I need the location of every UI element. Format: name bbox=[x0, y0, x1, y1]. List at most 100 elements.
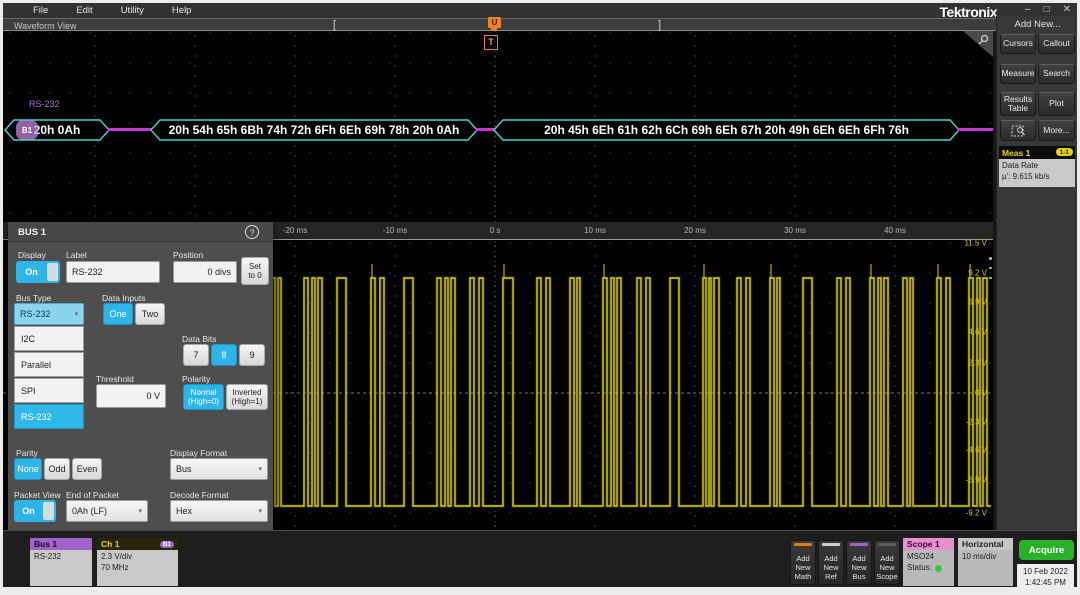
display-format-label: Display Format bbox=[170, 448, 227, 458]
label-input[interactable]: RS-232 bbox=[66, 261, 160, 283]
voltage-tick-label: 9.2 V bbox=[968, 269, 987, 278]
voltage-tick-label: 0 V bbox=[975, 389, 987, 398]
bus-type-option-parallel[interactable]: Parallel bbox=[14, 352, 84, 377]
polarity-inverted-button[interactable]: Inverted (High=1) bbox=[226, 384, 268, 410]
voltage-tick-label: 11.5 V bbox=[964, 239, 987, 248]
draw-a-box-zoom-icon bbox=[1011, 124, 1026, 138]
time-tick-label: 40 ms bbox=[884, 226, 906, 235]
cursors-button[interactable]: Cursors bbox=[1000, 34, 1036, 54]
bus-type-dropdown[interactable]: RS-232 ▾ bbox=[14, 303, 84, 325]
add-new-title: Add New... bbox=[997, 19, 1077, 30]
menu-bar: File Edit Utility Help bbox=[3, 3, 1077, 18]
ch1-badge-body: 2.3 V/div 70 MHz bbox=[97, 550, 178, 586]
panel-resize-handle[interactable] bbox=[988, 257, 993, 279]
horizontal-badge[interactable]: Horizontal 10 ms/div bbox=[958, 538, 1013, 586]
search-button[interactable]: Search bbox=[1038, 64, 1075, 84]
add-new-scope-button[interactable]: Add New Scope bbox=[874, 540, 900, 585]
meas1-value: µ': 9.615 kb/s bbox=[1002, 172, 1072, 183]
help-icon[interactable]: ? bbox=[245, 225, 259, 239]
chevron-down-icon: ▾ bbox=[138, 507, 142, 515]
data-inputs-one-button[interactable]: One bbox=[103, 303, 133, 325]
time-tick-label: -20 ms bbox=[283, 226, 307, 235]
acquire-button[interactable]: Acquire bbox=[1019, 540, 1074, 560]
polarity-label: Polarity bbox=[182, 374, 210, 384]
dialog-header[interactable]: BUS 1 bbox=[8, 222, 273, 242]
meas1-title: Meas 1 bbox=[1002, 148, 1030, 158]
minimize-icon[interactable]: – bbox=[1025, 4, 1031, 15]
plot-button[interactable]: Plot bbox=[1038, 92, 1075, 116]
close-icon[interactable]: ✕ bbox=[1063, 4, 1071, 15]
menu-utility[interactable]: Utility bbox=[121, 5, 144, 16]
set-to-zero-button[interactable]: Set to 0 bbox=[241, 257, 269, 285]
voltage-tick-label: 4.6 V bbox=[968, 328, 987, 337]
horizontal-badge-title: Horizontal bbox=[958, 538, 1013, 550]
position-input[interactable]: 0 divs bbox=[173, 261, 237, 283]
add-new-math-button[interactable]: Add New Math bbox=[790, 540, 816, 585]
window-controls: – □ ✕ bbox=[1025, 4, 1071, 15]
display-format-dropdown[interactable]: Bus ▾ bbox=[170, 458, 268, 480]
plot-zoom-corner[interactable] bbox=[963, 31, 993, 57]
more-button[interactable]: More... bbox=[1038, 120, 1075, 141]
settings-bar: Bus 1 RS-232 Ch 1 B1 2.3 V/div 70 MHz Ad… bbox=[3, 530, 1077, 587]
display-label: Display bbox=[18, 250, 46, 260]
voltage-tick-label: -9.2 V bbox=[966, 509, 987, 518]
time-tick-label: -10 ms bbox=[383, 226, 407, 235]
add-new-bus-button[interactable]: Add New Bus bbox=[846, 540, 872, 585]
display-format-value: Bus bbox=[176, 464, 192, 474]
data-bits-9-button[interactable]: 9 bbox=[239, 344, 265, 366]
data-bits-7-button[interactable]: 7 bbox=[183, 344, 209, 366]
decode-format-label: Decode Format bbox=[170, 490, 229, 500]
time-tick-label: 30 ms bbox=[784, 226, 806, 235]
scope1-badge[interactable]: Scope 1 MSO24 Status: bbox=[903, 538, 954, 586]
meas1-type: Data Rate bbox=[1002, 161, 1072, 172]
decode-format-dropdown[interactable]: Hex ▾ bbox=[170, 500, 268, 522]
bus-type-option-i2c[interactable]: I2C bbox=[14, 326, 84, 351]
callout-button[interactable]: Callout bbox=[1038, 34, 1075, 54]
bus-type-option-spi[interactable]: SPI bbox=[14, 378, 84, 403]
restore-icon[interactable]: □ bbox=[1044, 4, 1050, 15]
decode-format-value: Hex bbox=[176, 506, 192, 516]
add-new-ref-button[interactable]: Add New Ref bbox=[818, 540, 844, 585]
display-toggle-state: On bbox=[16, 267, 47, 277]
results-table-button[interactable]: Results Table bbox=[1000, 92, 1036, 116]
parity-odd-button[interactable]: Odd bbox=[44, 458, 70, 480]
time-tick-label: 20 ms bbox=[684, 226, 706, 235]
chevron-down-icon: ▾ bbox=[74, 310, 78, 318]
data-inputs-two-button[interactable]: Two bbox=[135, 303, 165, 325]
tab-waveform-view[interactable]: Waveform View bbox=[14, 21, 77, 31]
data-bits-8-button[interactable]: 8 bbox=[211, 344, 237, 366]
bus1-badge[interactable]: Bus 1 RS-232 bbox=[30, 538, 92, 586]
bus1-badge-title: Bus 1 bbox=[30, 538, 92, 550]
menu-file[interactable]: File bbox=[33, 5, 48, 16]
toggle-knob bbox=[43, 502, 54, 520]
datetime-display: 10 Feb 2022 1:42:45 PM bbox=[1017, 564, 1074, 587]
meas1-source-pill: 1-1 bbox=[1056, 148, 1073, 156]
threshold-input[interactable]: 0 V bbox=[96, 384, 166, 408]
ch1-badge[interactable]: Ch 1 B1 2.3 V/div 70 MHz bbox=[97, 538, 178, 586]
meas1-badge[interactable]: Meas 1 1-1 Data Rate µ': 9.615 kb/s bbox=[999, 146, 1075, 187]
end-of-packet-label: End of Packet bbox=[66, 490, 119, 500]
menu-edit[interactable]: Edit bbox=[76, 5, 92, 16]
measure-button[interactable]: Measure bbox=[1000, 64, 1036, 84]
scope1-badge-body: MSO24 Status: bbox=[903, 550, 954, 586]
trigger-position-flag[interactable]: U bbox=[488, 17, 501, 28]
polarity-normal-button[interactable]: Normal (High=0) bbox=[183, 384, 224, 410]
right-sidebar: Add New... Cursors Callout Measure Searc… bbox=[996, 16, 1077, 530]
zoom-right-bracket: ] bbox=[658, 19, 661, 31]
position-label: Position bbox=[173, 250, 203, 260]
tekscope-app: File Edit Utility Help Tektronix – □ ✕ W… bbox=[3, 3, 1077, 587]
bus-type-option-rs232[interactable]: RS-232 bbox=[14, 404, 84, 429]
voltage-tick-label: 2.3 V bbox=[968, 359, 987, 368]
menu-help[interactable]: Help bbox=[172, 5, 192, 16]
end-of-packet-dropdown[interactable]: 0Ah (LF) ▾ bbox=[66, 500, 148, 522]
packet-view-toggle[interactable]: On bbox=[14, 500, 56, 522]
scope1-badge-title: Scope 1 bbox=[903, 538, 954, 550]
parity-even-button[interactable]: Even bbox=[72, 458, 102, 480]
time-tick-label: 0 s bbox=[490, 226, 501, 235]
parity-label: Parity bbox=[16, 448, 38, 458]
draw-a-box-button[interactable] bbox=[1000, 120, 1036, 141]
threshold-label: Threshold bbox=[96, 374, 134, 384]
voltage-tick-label: -4.6 V bbox=[966, 446, 987, 455]
display-toggle[interactable]: On bbox=[16, 261, 60, 283]
parity-none-button[interactable]: None bbox=[14, 458, 42, 480]
